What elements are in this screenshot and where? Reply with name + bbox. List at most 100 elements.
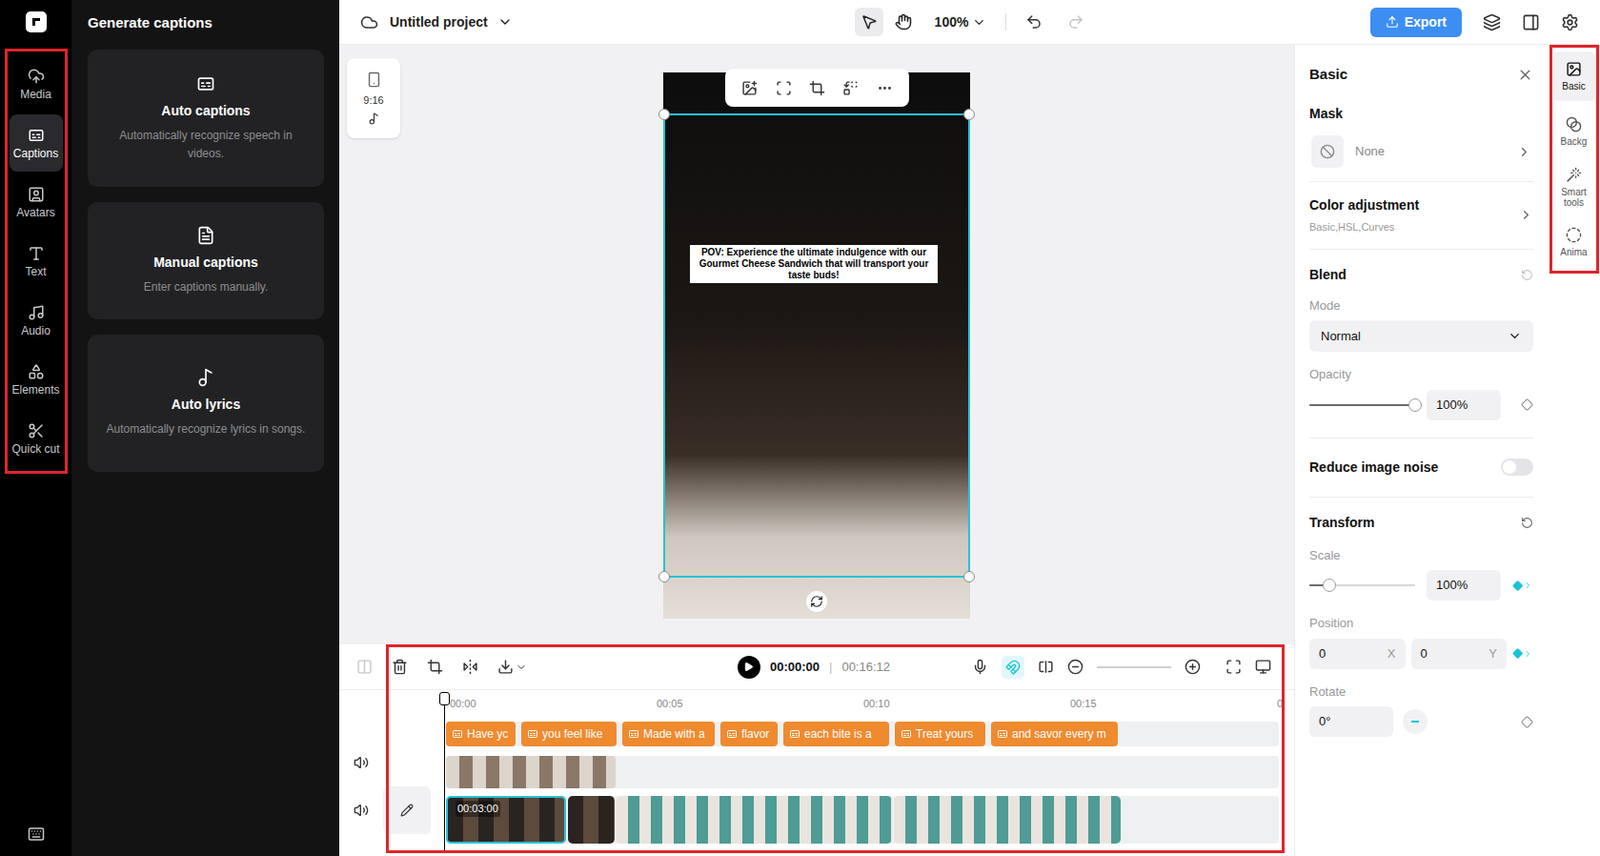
close-icon[interactable] — [1517, 66, 1534, 83]
caption-clip[interactable]: you feel like — [521, 721, 617, 747]
layers-icon[interactable] — [1482, 13, 1501, 32]
video-clip[interactable] — [616, 795, 892, 844]
export-button[interactable]: Export — [1370, 7, 1462, 38]
crop-icon[interactable] — [809, 80, 826, 97]
resize-handle[interactable] — [658, 108, 670, 121]
download-menu[interactable] — [497, 658, 527, 675]
panel-icon[interactable] — [1521, 13, 1540, 32]
scan-icon[interactable] — [775, 80, 792, 97]
keyframe-button[interactable] — [1512, 398, 1534, 411]
caption-option-card[interactable]: Manual captionsEnter captions manually. — [87, 202, 325, 320]
reset-icon[interactable] — [1520, 516, 1534, 529]
zoom-out-icon[interactable] — [1067, 658, 1084, 675]
sidebar-item[interactable]: Avatars — [9, 173, 63, 231]
color-adjustment-row[interactable]: Color adjustmentBasic,HSL,Curves — [1309, 182, 1534, 249]
undo-icon[interactable] — [1025, 13, 1043, 31]
sidebar-item[interactable]: Quick cut — [9, 409, 63, 467]
opacity-input[interactable]: 100% — [1426, 389, 1501, 421]
caption-option-card[interactable]: Auto captionsAutomatically recognize spe… — [87, 49, 325, 187]
more-icon[interactable] — [876, 80, 893, 97]
hand-tool[interactable] — [889, 7, 918, 37]
reset-icon[interactable] — [1520, 268, 1534, 282]
noise-toggle[interactable] — [1500, 458, 1534, 476]
flip-icon[interactable] — [462, 658, 479, 675]
scale-input[interactable]: 100% — [1426, 569, 1501, 601]
caption-clip[interactable]: and savor every m — [991, 721, 1118, 747]
keyframe-icon — [1512, 579, 1523, 592]
sidebar-item[interactable]: Audio — [9, 291, 63, 349]
side-tab[interactable]: Anima — [1553, 217, 1596, 267]
mic-icon[interactable] — [972, 658, 989, 675]
playhead[interactable] — [444, 691, 446, 852]
selection-box[interactable] — [663, 113, 971, 578]
left-sidebar: MediaCaptionsAvatarsTextAudioElementsQui… — [0, 0, 72, 856]
volume-icon[interactable] — [353, 754, 369, 770]
keyboard-icon[interactable] — [27, 825, 45, 843]
video-clip[interactable] — [567, 795, 615, 844]
position-x-input[interactable]: 0X — [1309, 638, 1406, 669]
play-button[interactable] — [737, 655, 761, 679]
sidebar-item[interactable]: Captions — [9, 114, 63, 172]
sidebar-item[interactable]: Elements — [9, 350, 63, 408]
current-time: 00:00:00 — [769, 657, 820, 677]
mask-select[interactable]: None — [1309, 133, 1534, 170]
magnet-toggle[interactable] — [1001, 655, 1025, 679]
keyframe-button[interactable] — [1512, 715, 1534, 729]
video-clip[interactable]: 00:03:00 — [445, 795, 567, 844]
zoom-in-icon[interactable] — [1184, 658, 1201, 675]
select-tool[interactable] — [854, 7, 884, 37]
project-name[interactable]: Untitled project — [389, 12, 513, 33]
avatar-clip[interactable] — [445, 755, 616, 789]
caption-clip[interactable]: Treat yours — [894, 721, 986, 747]
settings-icon[interactable] — [1560, 13, 1580, 32]
edit-cover-button[interactable] — [383, 786, 431, 834]
sidebar-item-icon — [27, 185, 45, 203]
rotate-handle[interactable] — [806, 590, 828, 612]
chevron-down-icon — [515, 661, 527, 673]
caption-clip[interactable]: Made with a — [622, 721, 715, 747]
video-preview[interactable]: POV: Experience the ultimate indulgence … — [663, 72, 971, 619]
zoom-slider[interactable] — [1096, 666, 1172, 669]
sidebar-item[interactable]: Text — [9, 232, 63, 290]
crop-icon[interactable] — [426, 658, 444, 675]
resize-handle[interactable] — [963, 108, 975, 121]
replace-icon[interactable] — [842, 80, 859, 97]
none-icon — [1319, 143, 1336, 160]
split-horizontal-icon[interactable] — [1037, 658, 1054, 675]
video-clip[interactable] — [893, 795, 1121, 844]
slider-knob[interactable] — [1322, 578, 1337, 592]
scale-slider[interactable] — [1309, 577, 1416, 593]
rotate-input[interactable]: 0° — [1309, 706, 1394, 737]
caption-option-card[interactable]: Auto lyricsAutomatically recognize lyric… — [87, 334, 325, 472]
caption-clip[interactable]: each bite is a — [783, 721, 890, 747]
redo-icon[interactable] — [1067, 13, 1085, 31]
sidebar-item[interactable]: Media — [9, 55, 63, 113]
aspect-ratio-card[interactable]: 9:16 — [346, 58, 401, 139]
rotate-dial[interactable] — [1402, 708, 1428, 734]
volume-icon[interactable] — [353, 802, 369, 818]
monitor-icon[interactable] — [1255, 658, 1272, 675]
side-tab[interactable]: Smart tools — [1553, 162, 1596, 212]
side-tab[interactable]: Backg — [1553, 106, 1596, 157]
position-y-input[interactable]: 0Y — [1411, 638, 1508, 669]
zoom-select[interactable]: 100% — [934, 12, 988, 33]
resize-handle[interactable] — [658, 570, 670, 583]
slider-knob[interactable] — [1408, 398, 1422, 412]
delete-icon[interactable] — [391, 658, 408, 675]
opacity-slider[interactable] — [1309, 397, 1416, 413]
overlay-text[interactable]: POV: Experience the ultimate indulgence … — [689, 244, 938, 284]
split-icon[interactable] — [356, 658, 373, 675]
image-plus-icon[interactable] — [741, 80, 758, 97]
caption-clip[interactable]: flavor — [720, 721, 778, 747]
logo[interactable] — [25, 11, 47, 33]
keyframe-button[interactable] — [1512, 579, 1534, 592]
ruler-label: 00:10 — [859, 695, 1067, 712]
keyframe-button[interactable] — [1512, 647, 1534, 660]
fullscreen-icon[interactable] — [1225, 658, 1242, 675]
chevron-icon — [1522, 648, 1534, 660]
caption-clip[interactable]: Have yc — [445, 721, 516, 747]
chevron-down-icon — [497, 14, 513, 30]
resize-handle[interactable] — [963, 570, 975, 583]
side-tab[interactable]: Basic — [1553, 51, 1596, 102]
blend-mode-select[interactable]: Normal — [1309, 320, 1534, 352]
